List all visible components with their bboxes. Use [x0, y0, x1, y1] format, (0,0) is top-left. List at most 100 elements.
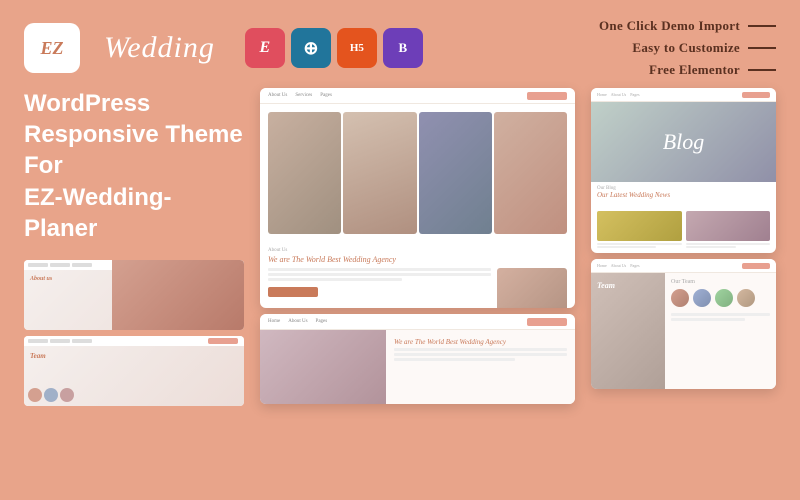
second-right-lines [394, 348, 567, 361]
blog-nav: Home About Us Pages [591, 88, 776, 102]
second-screen-left: About us [260, 330, 386, 404]
mini-nav-dot-t2 [50, 339, 70, 343]
mini-avatar-1 [28, 388, 42, 402]
about-line-1 [268, 268, 491, 271]
second-nav-item-1: Home [268, 319, 280, 324]
team-nav-pages: Pages [630, 263, 639, 268]
team-logo-small [742, 263, 770, 269]
second-right-headline: We are The World Best Wedding Agency [394, 338, 567, 346]
team-screenshot: Home About Us Pages Team Our Team [591, 259, 776, 389]
mini-nav-dot-t3 [72, 339, 92, 343]
headline-line3: EZ-Wedding-Planer [24, 184, 172, 242]
team-avatar-2 [693, 289, 711, 307]
screen-nav-pages: Pages [320, 93, 332, 98]
feature-line-customize [748, 47, 776, 49]
elementor-label: E [260, 39, 271, 57]
screen-nav-services: Services [295, 93, 312, 98]
html5-icon[interactable]: H5 [337, 28, 377, 68]
blog-section-subheading: Our Latest Wedding News [597, 191, 770, 199]
blog-nav-about: About Us [611, 92, 626, 97]
second-screenshot: Home About Us Pages About us We are The … [260, 314, 575, 404]
brand-name: Wedding [104, 31, 215, 65]
about-couple-image [497, 268, 567, 308]
blog-line-1 [597, 243, 682, 245]
mini-nav-dot-t1 [28, 339, 48, 343]
blog-post-2 [686, 211, 771, 248]
blog-nav-pages: Pages [630, 92, 639, 97]
left-panel: WordPress Responsive Theme For EZ-Weddin… [24, 88, 244, 406]
blog-logo-small [742, 92, 770, 98]
second-screen-about-text: About us [268, 403, 298, 404]
about-text-block [268, 268, 491, 297]
blog-nav-home: Home [597, 92, 607, 97]
bootstrap-label: B [399, 40, 408, 56]
mini-screen-team-inner: Team [24, 336, 244, 406]
blog-post-image-2 [686, 211, 771, 241]
about-lines [268, 268, 491, 281]
feature-item-elementor: Free Elementor [649, 62, 776, 78]
feature-text-demo: One Click Demo Import [599, 18, 740, 34]
team-right: Our Team [665, 273, 776, 389]
team-content: Team Our Team [591, 273, 776, 389]
hero-images [264, 108, 571, 238]
about-line-3 [268, 278, 402, 281]
second-screen-right: We are The World Best Wedding Agency [386, 330, 575, 404]
mini-avatar-3 [60, 388, 74, 402]
team-right-title: Our Team [671, 279, 770, 285]
blog-post-1 [597, 211, 682, 248]
screen-nav-about: About Us [268, 93, 287, 98]
team-nav-home: Home [597, 263, 607, 268]
second-screen-nav: Home About Us Pages [260, 314, 575, 330]
blog-line-2 [597, 246, 656, 248]
blog-line-4 [686, 246, 737, 248]
main-container: EZ Wedding E ⊕ H5 B One Click Demo Impor… [0, 0, 800, 500]
screen-logo-bar [527, 92, 567, 100]
mini-nav-team [24, 336, 244, 346]
wordpress-label: ⊕ [303, 38, 318, 59]
team-text: Team [597, 281, 615, 290]
mini-logo-team [208, 338, 238, 344]
bootstrap-icon[interactable]: B [383, 28, 423, 68]
blog-screenshot: Home About Us Pages Blog Our Blog Our La… [591, 88, 776, 253]
wordpress-icon[interactable]: ⊕ [291, 28, 331, 68]
hero-image-4 [494, 112, 567, 234]
blog-title: Blog [663, 129, 705, 155]
hero-image-2 [343, 112, 416, 234]
team-avatars-grid [671, 289, 770, 307]
tech-icons: E ⊕ H5 B [245, 28, 423, 68]
second-right-line-1 [394, 348, 567, 351]
about-subheading: We are The World Best Wedding Agency [268, 255, 567, 264]
mini-screenshots: About us Team [24, 260, 244, 406]
main-headline: WordPress Responsive Theme For EZ-Weddin… [24, 88, 244, 244]
feature-text-customize: Easy to Customize [632, 40, 740, 56]
team-avatar-3 [715, 289, 733, 307]
blog-posts [591, 205, 776, 253]
team-left: Team [591, 273, 665, 389]
blog-post-lines-1 [597, 243, 682, 248]
second-right-line-3 [394, 358, 515, 361]
feature-line-demo [748, 25, 776, 27]
about-row [268, 268, 567, 308]
second-screen-content: About us We are The World Best Wedding A… [260, 330, 575, 404]
mini-avatar-2 [44, 388, 58, 402]
mini-nav-dot-3 [72, 263, 92, 267]
second-right-line-2 [394, 353, 567, 356]
about-heading: About Us [268, 248, 567, 253]
headline-line1: WordPress [24, 90, 150, 117]
screen-nav: About Us Services Pages [260, 88, 575, 104]
team-nav-about: About Us [611, 263, 626, 268]
elementor-icon[interactable]: E [245, 28, 285, 68]
about-line-2 [268, 273, 491, 276]
headline-line2: Responsive Theme For [24, 121, 243, 179]
feature-item-demo: One Click Demo Import [599, 18, 776, 34]
logo-box: EZ [24, 23, 80, 73]
main-screenshot: About Us Services Pages About Us We are [260, 88, 575, 308]
mini-screen-about: About us [24, 260, 244, 330]
html5-label: H5 [350, 42, 364, 54]
blog-post-lines-2 [686, 243, 771, 248]
feature-item-customize: Easy to Customize [632, 40, 776, 56]
hero-image-3 [419, 112, 492, 234]
about-btn[interactable] [268, 287, 318, 297]
features-list: One Click Demo Import Easy to Customize … [599, 18, 776, 78]
center-panel: About Us Services Pages About Us We are [260, 88, 575, 404]
